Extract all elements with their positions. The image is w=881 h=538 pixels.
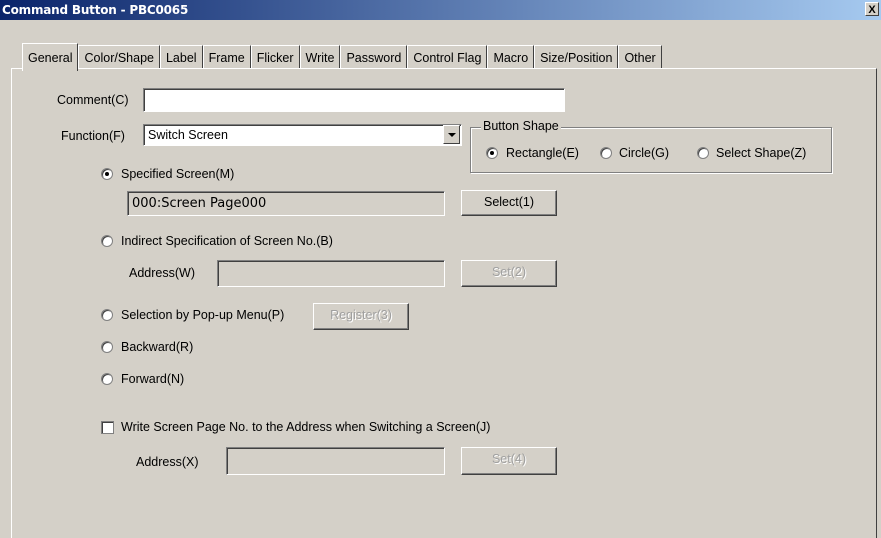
tab-general[interactable]: General bbox=[22, 43, 79, 71]
write-page-label: Write Screen Page No. to the Address whe… bbox=[121, 420, 491, 434]
radio-circle-label: Circle(G) bbox=[619, 146, 669, 160]
write-address-label: Address(X) bbox=[136, 455, 199, 469]
popup-label: Selection by Pop-up Menu(P) bbox=[121, 308, 285, 322]
radio-indirect[interactable] bbox=[101, 235, 113, 247]
function-label: Function(F) bbox=[61, 129, 125, 143]
indirect-label: Indirect Specification of Screen No.(B) bbox=[121, 234, 333, 248]
backward-label: Backward(R) bbox=[121, 340, 194, 354]
tab-size-position[interactable]: Size/Position bbox=[534, 45, 619, 69]
tab-label[interactable]: Label bbox=[159, 45, 203, 69]
select-button[interactable]: Select(1) bbox=[461, 190, 557, 216]
write-page-checkbox[interactable] bbox=[101, 421, 114, 434]
radio-specified-screen[interactable] bbox=[101, 168, 113, 180]
close-button[interactable]: X bbox=[865, 2, 879, 16]
indirect-address-label: Address(W) bbox=[129, 266, 195, 280]
function-selected-value: Switch Screen bbox=[148, 128, 228, 142]
tab-macro[interactable]: Macro bbox=[487, 45, 535, 69]
tab-color-shape[interactable]: Color/Shape bbox=[78, 45, 160, 69]
tab-frame[interactable]: Frame bbox=[202, 45, 251, 69]
tab-other[interactable]: Other bbox=[618, 45, 662, 69]
button-shape-title: Button Shape bbox=[481, 119, 561, 133]
set-4-button[interactable]: Set(4) bbox=[461, 447, 557, 475]
radio-popup-menu[interactable] bbox=[101, 309, 113, 321]
radio-select-shape[interactable] bbox=[697, 147, 709, 159]
comment-input[interactable] bbox=[143, 88, 565, 112]
radio-select-shape-label: Select Shape(Z) bbox=[716, 146, 807, 160]
tab-flicker[interactable]: Flicker bbox=[250, 45, 300, 69]
specified-screen-label: Specified Screen(M) bbox=[121, 167, 235, 181]
indirect-address-field[interactable] bbox=[217, 260, 445, 287]
write-address-field[interactable] bbox=[226, 447, 445, 475]
forward-label: Forward(N) bbox=[121, 372, 185, 386]
comment-label: Comment(C) bbox=[57, 93, 129, 107]
register-button[interactable]: Register(3) bbox=[313, 303, 409, 330]
specified-screen-field[interactable]: 000:Screen Page000 bbox=[127, 191, 445, 216]
title-bar[interactable]: Command Button - PBC0065 X bbox=[0, 0, 881, 20]
chevron-down-icon[interactable] bbox=[443, 125, 460, 144]
window-title: Command Button - PBC0065 bbox=[2, 3, 189, 17]
tab-strip: General Color/Shape Label Frame Flicker … bbox=[22, 43, 662, 71]
radio-rectangle-label: Rectangle(E) bbox=[506, 146, 579, 160]
radio-forward[interactable] bbox=[101, 373, 113, 385]
radio-backward[interactable] bbox=[101, 341, 113, 353]
radio-circle[interactable] bbox=[600, 147, 612, 159]
tab-password[interactable]: Password bbox=[340, 45, 408, 69]
set-2-button[interactable]: Set(2) bbox=[461, 260, 557, 287]
tab-control-flag[interactable]: Control Flag bbox=[407, 45, 488, 69]
radio-rectangle[interactable] bbox=[486, 147, 498, 159]
function-select[interactable]: Switch Screen bbox=[143, 124, 462, 146]
tab-write[interactable]: Write bbox=[299, 45, 341, 69]
